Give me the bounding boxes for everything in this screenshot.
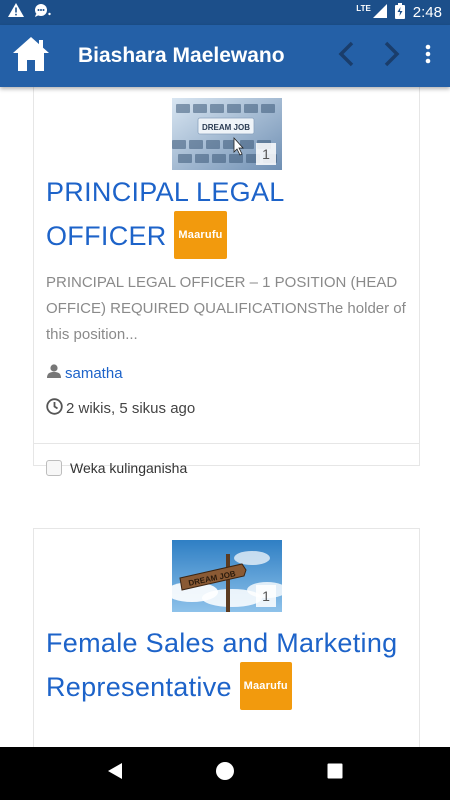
home-button[interactable] bbox=[8, 33, 54, 79]
listing-card: DREAM JOB 1 Female Sales and Marketing R… bbox=[33, 528, 420, 747]
chat-icon bbox=[34, 3, 52, 22]
listing-title[interactable]: Female Sales and Marketing Representativ… bbox=[46, 621, 406, 713]
system-nav-bar bbox=[0, 747, 450, 800]
warning-icon bbox=[8, 3, 24, 22]
square-recents-icon bbox=[327, 763, 343, 784]
system-home-button[interactable] bbox=[205, 754, 245, 794]
system-recents-button[interactable] bbox=[315, 754, 355, 794]
listing-image-text: DREAM JOB bbox=[202, 123, 250, 132]
status-right: LTE 2:48 bbox=[356, 2, 442, 23]
compare-checkbox[interactable] bbox=[46, 460, 62, 476]
status-time: 2:48 bbox=[412, 4, 442, 21]
listing-excerpt: PRINCIPAL LEGAL OFFICER – 1 POSITION (HE… bbox=[46, 274, 406, 343]
listing-image[interactable]: DREAM JOB 1 bbox=[172, 540, 282, 612]
nav-arrows bbox=[330, 36, 408, 76]
clock-icon bbox=[46, 398, 63, 419]
system-back-button[interactable] bbox=[95, 754, 135, 794]
listing-title-text[interactable]: Female Sales and Marketing Representativ… bbox=[46, 628, 397, 702]
app-title: Biashara Maelewano bbox=[78, 44, 285, 67]
overflow-menu-button[interactable] bbox=[414, 36, 442, 76]
time-ago: 2 wikis, 5 sikus ago bbox=[66, 400, 196, 417]
status-left bbox=[8, 3, 52, 22]
circle-home-icon bbox=[215, 761, 235, 786]
image-count: 1 bbox=[256, 585, 276, 607]
compare-option[interactable]: Weka kulinganisha bbox=[46, 460, 187, 476]
listing-card: DREAM JOB 1 PRINCIPAL LEGAL OFFICER Maar… bbox=[33, 87, 420, 476]
card-divider bbox=[34, 443, 419, 444]
listing-image[interactable]: DREAM JOB 1 bbox=[172, 98, 282, 170]
featured-badge: Maarufu bbox=[239, 662, 292, 710]
featured-badge: Maarufu bbox=[174, 211, 227, 259]
back-button[interactable] bbox=[330, 36, 362, 76]
listing-feed[interactable]: DREAM JOB 1 PRINCIPAL LEGAL OFFICER Maar… bbox=[0, 87, 450, 747]
listing-title-text[interactable]: PRINCIPAL LEGAL OFFICER bbox=[46, 177, 284, 251]
image-count: 1 bbox=[256, 143, 276, 165]
triangle-back-icon bbox=[107, 762, 123, 785]
status-bar: LTE 2:48 bbox=[0, 0, 450, 25]
home-icon bbox=[11, 35, 51, 78]
listing-title[interactable]: PRINCIPAL LEGAL OFFICER Maarufu bbox=[46, 170, 406, 262]
compare-label[interactable]: Weka kulinganisha bbox=[70, 460, 187, 476]
more-vert-icon bbox=[425, 44, 431, 69]
app-bar: Biashara Maelewano bbox=[0, 25, 450, 87]
network-type: LTE bbox=[356, 4, 371, 13]
listing-author: samatha bbox=[46, 363, 123, 383]
forward-arrow-icon bbox=[383, 41, 401, 72]
listing-time: 2 wikis, 5 sikus ago bbox=[46, 398, 195, 419]
forward-button[interactable] bbox=[376, 36, 408, 76]
user-icon bbox=[46, 363, 62, 383]
author-link[interactable]: samatha bbox=[65, 365, 123, 382]
back-arrow-icon bbox=[337, 41, 355, 72]
battery-icon bbox=[394, 2, 405, 23]
signal-icon bbox=[372, 3, 387, 22]
